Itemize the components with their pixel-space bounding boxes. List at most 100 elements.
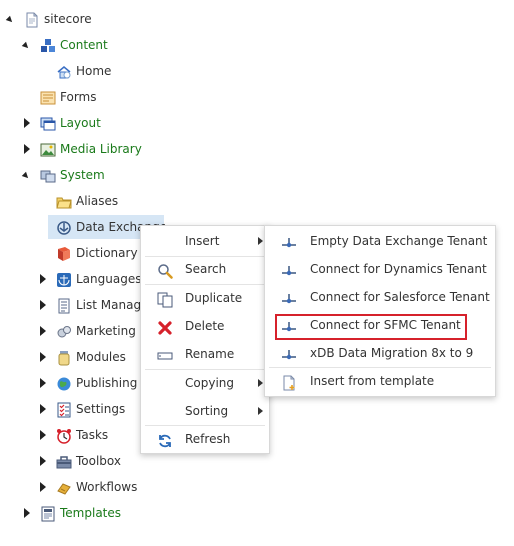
list-manager-icon (56, 297, 72, 314)
tenant-icon (281, 261, 297, 277)
media-library-icon (40, 141, 56, 157)
folder-icon (56, 193, 72, 209)
expand-arrow-icon[interactable] (22, 110, 34, 136)
expand-arrow-icon[interactable] (38, 344, 50, 370)
globe-icon (56, 271, 72, 287)
tenant-icon (281, 233, 297, 249)
data-exchange-icon (56, 219, 72, 235)
submenu-item-label: Connect for Salesforce Tenant (310, 290, 490, 304)
delete-x-icon (157, 318, 173, 335)
tree-item-workflows[interactable]: Workflows (0, 474, 160, 500)
toolbox-icon (56, 453, 72, 469)
collapse-arrow-icon[interactable] (22, 162, 34, 188)
settings-checklist-icon (56, 401, 72, 418)
tree-item-templates[interactable]: Templates (0, 500, 160, 526)
menu-item-search[interactable]: Search (141, 255, 269, 283)
tree-item-label: Dictionary (76, 246, 138, 260)
submenu-item-xdb-data-migration[interactable]: xDB Data Migration 8x to 9 (265, 339, 495, 367)
menu-item-rename[interactable]: Rename (141, 340, 269, 368)
layout-icon (40, 115, 56, 131)
dictionary-book-icon (56, 245, 72, 261)
tenant-icon (281, 345, 297, 361)
tree-item-marketing-control-panel[interactable]: Marketing Control Panel (0, 318, 140, 344)
refresh-icon (157, 431, 173, 448)
templates-icon (40, 505, 56, 522)
menu-item-refresh[interactable]: Refresh (141, 425, 269, 453)
insert-submenu: Empty Data Exchange Tenant Connect for D… (264, 225, 496, 397)
tree-item-languages[interactable]: Languages (0, 266, 140, 292)
tree-item-label: List Manager (76, 298, 140, 312)
tree-item-content[interactable]: Content (0, 32, 140, 58)
expand-arrow-icon[interactable] (38, 422, 50, 448)
expand-arrow-icon[interactable] (38, 370, 50, 396)
expand-arrow-icon[interactable] (38, 292, 50, 318)
highlight-annotation-box (275, 314, 467, 340)
tree-item-publishing-targets[interactable]: Publishing targets (0, 370, 140, 396)
collapse-arrow-icon[interactable] (22, 32, 34, 58)
expand-arrow-icon[interactable] (38, 448, 50, 474)
menu-item-copying[interactable]: Copying (141, 369, 269, 397)
tree-item-tasks[interactable]: Tasks (0, 422, 140, 448)
menu-item-label: Duplicate (185, 291, 243, 305)
expand-arrow-icon[interactable] (38, 318, 50, 344)
tree-item-label: Templates (60, 506, 122, 520)
menu-item-label: Delete (185, 319, 225, 333)
tree-item-label: Languages (76, 272, 140, 286)
expand-arrow-icon[interactable] (38, 396, 50, 422)
menu-item-insert[interactable]: Insert (141, 227, 269, 255)
tree-item-sitecore[interactable]: sitecore (0, 6, 140, 32)
menu-item-delete[interactable]: Delete (141, 312, 269, 340)
tree-item-dictionary[interactable]: Dictionary (0, 240, 140, 266)
submenu-arrow-icon (258, 379, 263, 387)
rename-icon (157, 346, 173, 362)
context-menu: Insert Search Duplicate Delete Rename Co… (140, 225, 270, 454)
workflows-icon (56, 479, 72, 495)
menu-item-label: Rename (185, 347, 235, 361)
tree-item-toolbox[interactable]: Toolbox (0, 448, 140, 474)
collapse-arrow-icon[interactable] (6, 6, 18, 32)
content-cubes-icon (40, 37, 56, 53)
tree-item-label: Home (76, 64, 112, 78)
menu-item-duplicate[interactable]: Duplicate (141, 284, 269, 312)
expand-arrow-icon[interactable] (22, 500, 34, 526)
tree-item-aliases[interactable]: Aliases (0, 188, 140, 214)
menu-item-label: Copying (185, 376, 234, 390)
menu-item-sorting[interactable]: Sorting (141, 397, 269, 425)
expand-arrow-icon[interactable] (22, 136, 34, 162)
tree-item-label: sitecore (44, 12, 92, 26)
submenu-item-insert-from-template[interactable]: Insert from template (265, 367, 495, 395)
submenu-item-empty-data-exchange-tenant[interactable]: Empty Data Exchange Tenant (265, 227, 495, 255)
tree-item-label: Media Library (60, 142, 142, 156)
forms-icon (40, 89, 56, 105)
home-icon (56, 63, 72, 79)
tree-item-label: Publishing targets (76, 376, 140, 390)
tree-item-layout[interactable]: Layout (0, 110, 140, 136)
tree-item-forms[interactable]: Forms (0, 84, 140, 110)
tree-item-label: Forms (60, 90, 97, 104)
tree-item-settings[interactable]: Settings (0, 396, 140, 422)
expand-arrow-icon[interactable] (38, 266, 50, 292)
tree-item-label: Content (60, 38, 108, 52)
tree-item-home[interactable]: Home (0, 58, 140, 84)
submenu-item-connect-for-dynamics-tenant[interactable]: Connect for Dynamics Tenant (265, 255, 495, 283)
expand-arrow-icon[interactable] (38, 474, 50, 500)
modules-jar-icon (56, 349, 72, 366)
tree-item-label: System (60, 168, 105, 182)
submenu-arrow-icon (258, 237, 263, 245)
menu-item-label: Insert (185, 234, 220, 248)
submenu-item-label: xDB Data Migration 8x to 9 (310, 346, 474, 360)
tree-item-label: Modules (76, 350, 126, 364)
submenu-item-label: Connect for Dynamics Tenant (310, 262, 487, 276)
tree-item-modules[interactable]: Modules (0, 344, 140, 370)
tree-item-label: Aliases (76, 194, 119, 208)
tree-item-media-library[interactable]: Media Library (0, 136, 160, 162)
marketing-icon (56, 323, 72, 339)
tree-item-label: Workflows (76, 480, 138, 494)
tree-item-list-manager[interactable]: List Manager (0, 292, 140, 318)
tree-item-system[interactable]: System (0, 162, 140, 188)
submenu-item-connect-for-salesforce-tenant[interactable]: Connect for Salesforce Tenant (265, 283, 495, 311)
document-icon (24, 11, 40, 28)
submenu-item-label: Empty Data Exchange Tenant (310, 234, 488, 248)
tree-item-label: Marketing Control Panel (76, 324, 140, 338)
submenu-item-label: Insert from template (310, 374, 435, 388)
